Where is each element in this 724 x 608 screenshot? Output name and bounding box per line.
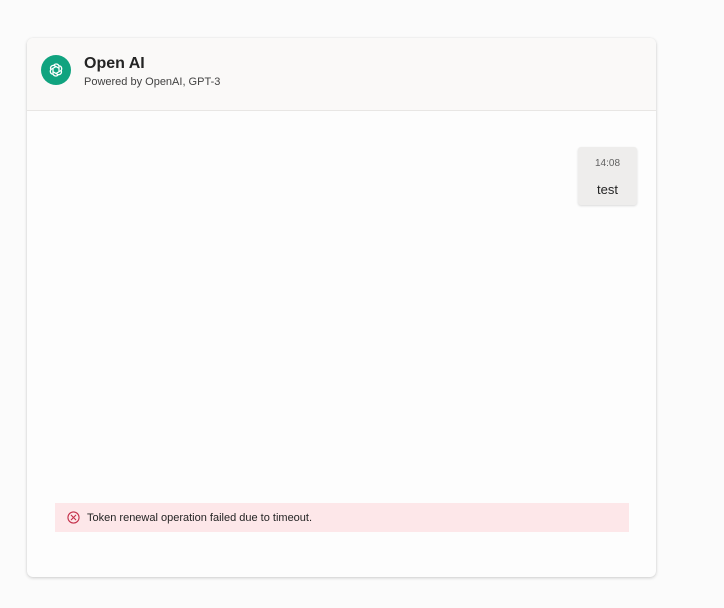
chat-header: Open AI Powered by OpenAI, GPT-3 bbox=[27, 38, 656, 111]
openai-logo-icon bbox=[41, 55, 71, 85]
chat-title: Open AI bbox=[84, 55, 145, 72]
chat-window: Open AI Powered by OpenAI, GPT-3 14:08 t… bbox=[27, 38, 656, 577]
error-circle-icon bbox=[66, 511, 80, 525]
message-timestamp: 14:08 bbox=[594, 158, 621, 169]
error-banner: Token renewal operation failed due to ti… bbox=[55, 503, 629, 532]
error-message: Token renewal operation failed due to ti… bbox=[87, 511, 313, 524]
message-bubble: 14:08 test bbox=[578, 147, 637, 205]
message-text: test bbox=[597, 182, 618, 197]
chat-subtitle: Powered by OpenAI, GPT-3 bbox=[84, 76, 221, 88]
